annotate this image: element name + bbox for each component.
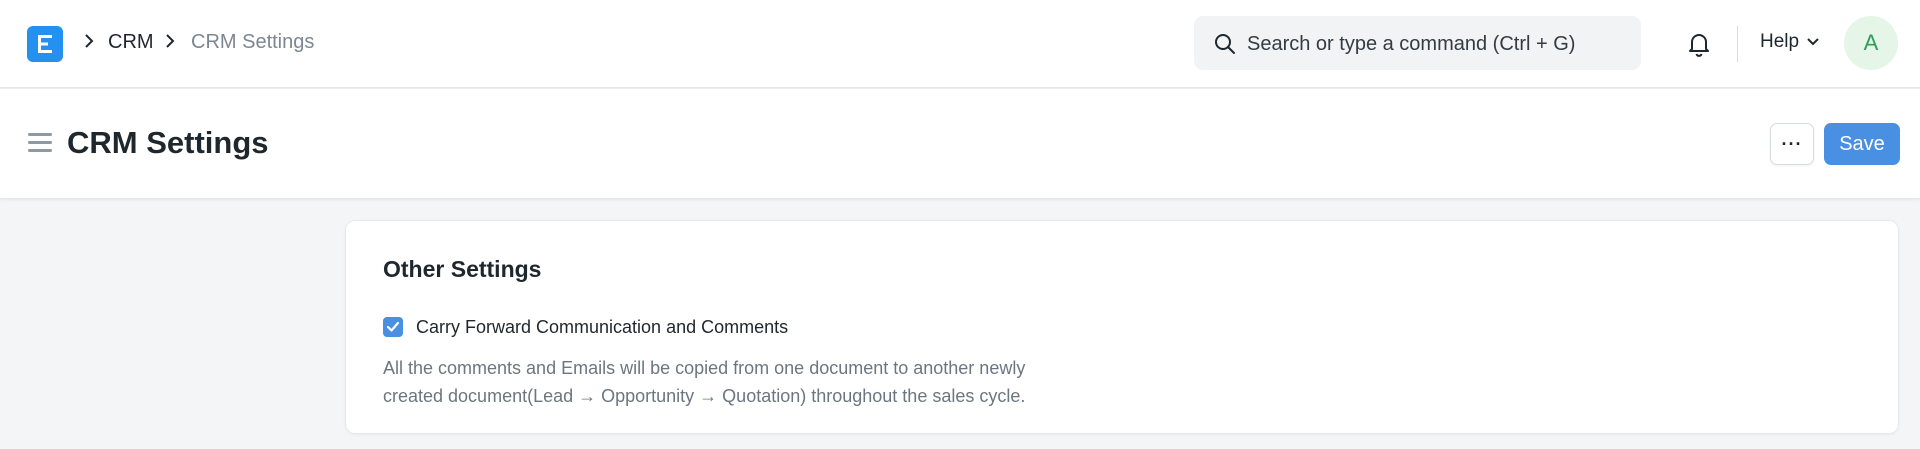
avatar[interactable]: A — [1844, 16, 1898, 70]
help-label: Help — [1760, 31, 1800, 52]
sidebar-toggle-icon[interactable] — [28, 133, 52, 153]
settings-card: Other Settings Carry Forward Communicati… — [345, 220, 1899, 434]
field-description: All the comments and Emails will be copi… — [383, 354, 1103, 410]
search-icon — [1214, 33, 1236, 55]
section-title: Other Settings — [383, 256, 542, 282]
breadcrumb-crm-settings[interactable]: CRM Settings — [191, 30, 314, 54]
frappe-e-logo-icon — [38, 35, 52, 53]
app-logo[interactable] — [27, 26, 63, 62]
chevron-right-icon — [84, 34, 94, 48]
help-dropdown[interactable]: Help — [1760, 30, 1819, 54]
chevron-down-icon — [1807, 38, 1819, 46]
chevron-right-icon — [165, 34, 175, 48]
description-line-2: created document(Lead → Opportunity → Qu… — [383, 386, 1026, 406]
save-button[interactable]: Save — [1824, 123, 1900, 165]
description-line-1: All the comments and Emails will be copi… — [383, 358, 1026, 378]
search-placeholder: Search or type a command (Ctrl + G) — [1247, 33, 1576, 55]
navbar: CRM CRM Settings Search or type a comman… — [0, 0, 1920, 88]
notification-bell-icon[interactable] — [1686, 30, 1712, 58]
navbar-divider — [1737, 26, 1738, 62]
more-actions-button[interactable]: ··· — [1770, 123, 1814, 165]
breadcrumb-crm[interactable]: CRM — [108, 30, 154, 54]
page-head: CRM Settings ··· Save — [0, 89, 1920, 199]
checkmark-icon — [386, 321, 400, 332]
search-input[interactable]: Search or type a command (Ctrl + G) — [1194, 16, 1641, 70]
carry-forward-checkbox[interactable] — [383, 317, 403, 337]
carry-forward-label[interactable]: Carry Forward Communication and Comments — [416, 315, 788, 339]
page-title: CRM Settings — [67, 125, 269, 160]
